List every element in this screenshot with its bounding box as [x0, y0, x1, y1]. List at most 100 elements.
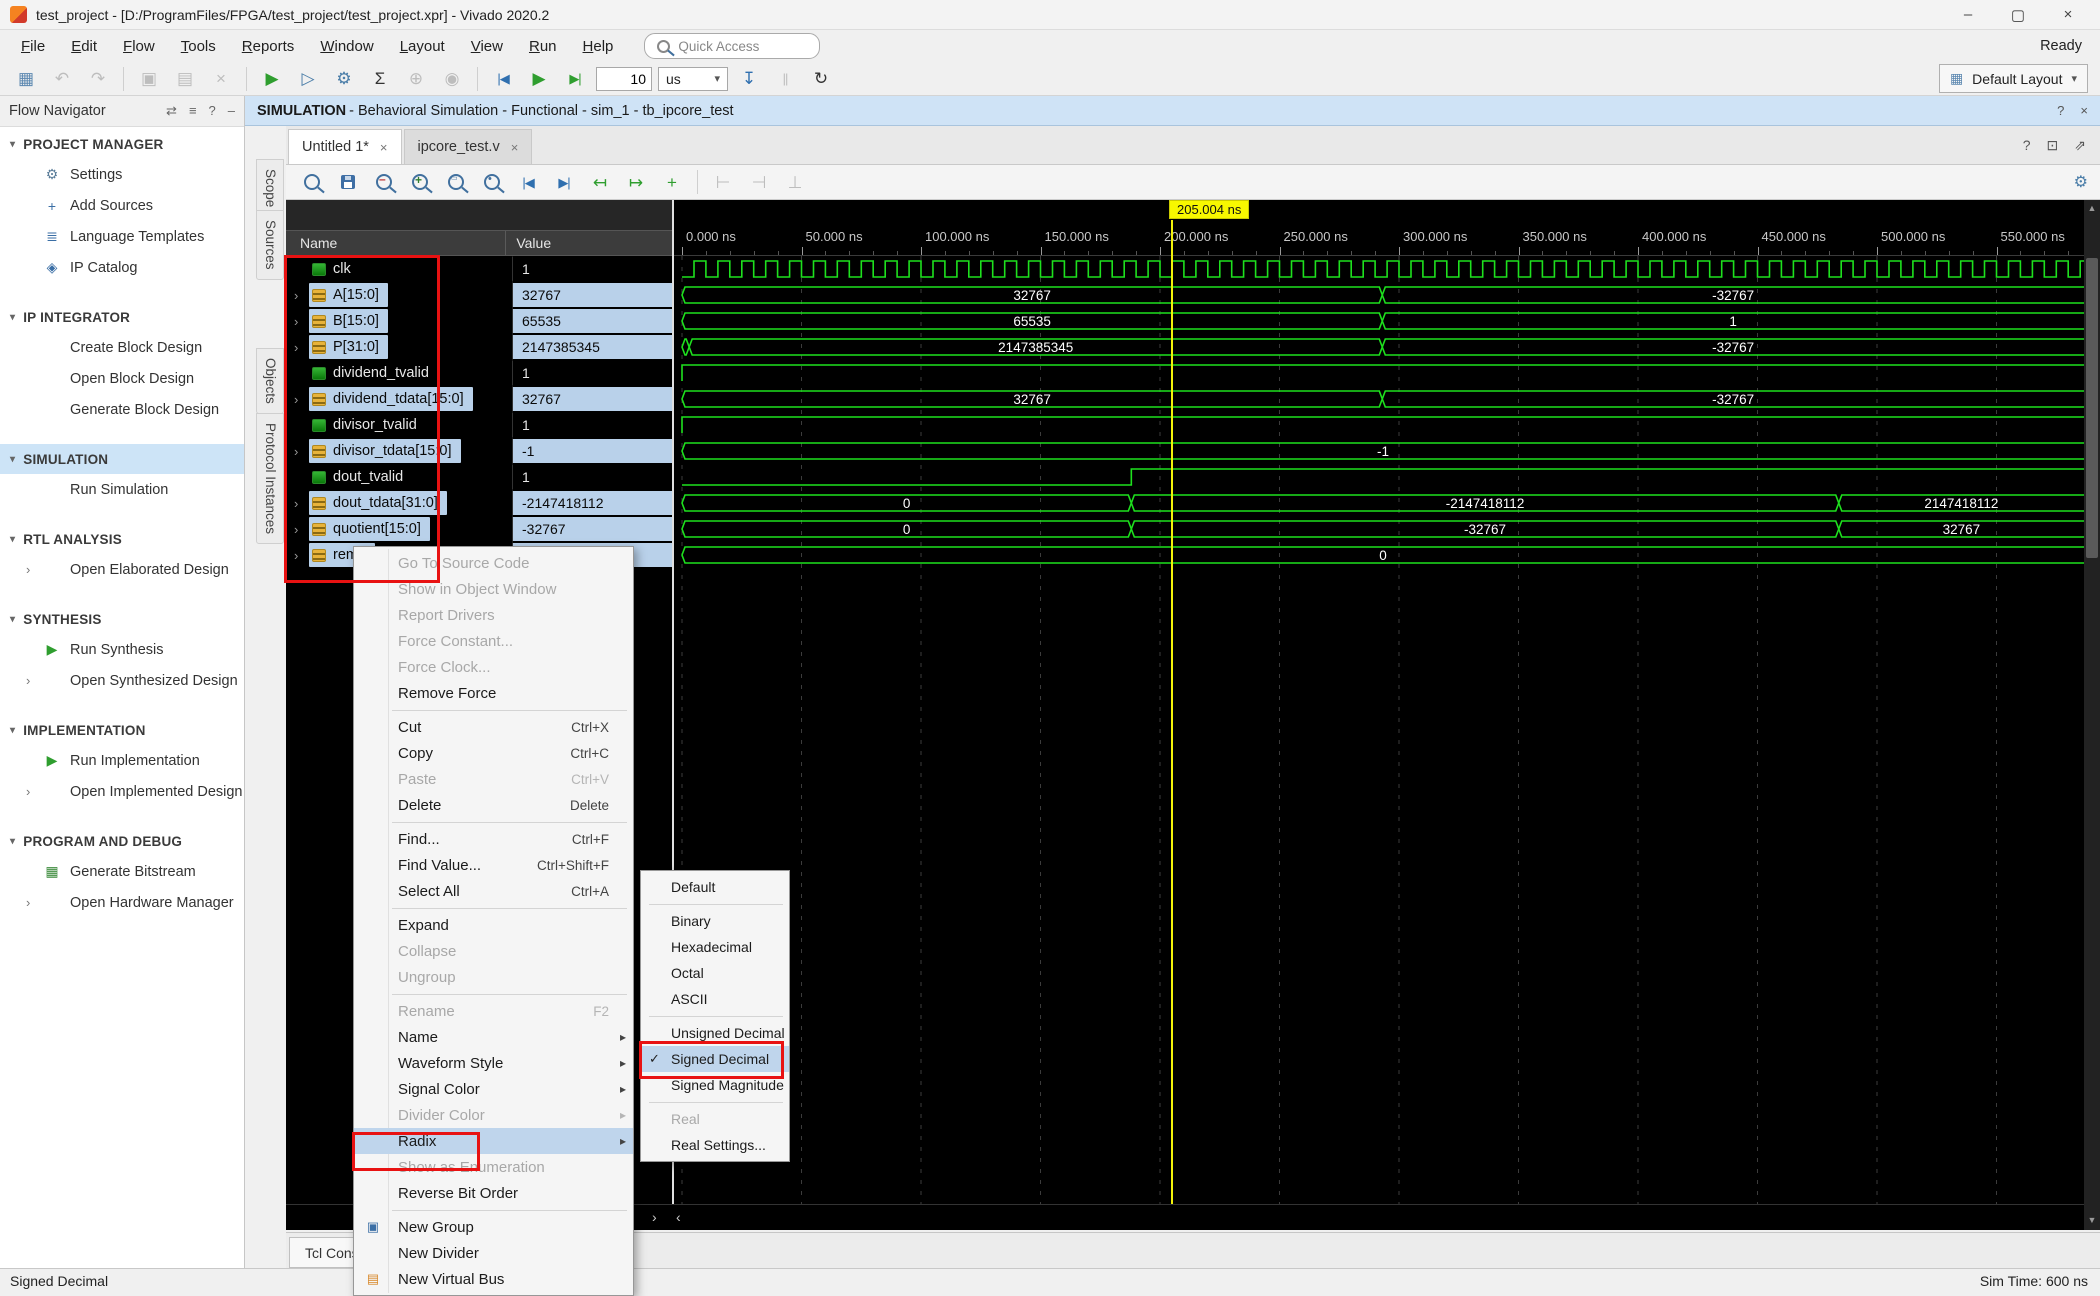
flow-item-add-sources[interactable]: +Add Sources: [0, 190, 244, 221]
menu-item-remove-force[interactable]: Remove Force: [354, 680, 633, 706]
add-marker-icon[interactable]: +: [657, 168, 687, 196]
menu-item-select-all[interactable]: Select AllCtrl+A: [354, 878, 633, 904]
close-button[interactable]: ×: [2058, 6, 2078, 24]
menu-tools[interactable]: Tools: [168, 34, 229, 59]
menu-item-find[interactable]: Find...Ctrl+F: [354, 826, 633, 852]
redo-icon[interactable]: ↷: [83, 65, 113, 93]
zoom-in-icon[interactable]: [405, 168, 435, 196]
menu-item-radix[interactable]: Radix▸: [354, 1128, 633, 1154]
expand-arrow-icon[interactable]: ›: [294, 340, 309, 355]
menu-item-cut[interactable]: CutCtrl+X: [354, 714, 633, 740]
menu-item-new-divider[interactable]: New Divider: [354, 1240, 633, 1266]
zoom-to-cursor-icon[interactable]: [477, 168, 507, 196]
menu-item-name[interactable]: Name▸: [354, 1024, 633, 1050]
expand-left-icon[interactable]: ‹: [676, 1209, 681, 1225]
menu-icon[interactable]: ≡: [189, 103, 197, 119]
close-tab-icon[interactable]: ×: [511, 140, 519, 155]
flow-item-run-simulation[interactable]: Run Simulation: [0, 474, 244, 505]
radix-option-octal[interactable]: Octal: [641, 960, 789, 986]
paste-icon[interactable]: ▤: [170, 65, 200, 93]
marker-previous-icon[interactable]: ⊣: [744, 168, 774, 196]
step-simulation-icon[interactable]: ↧: [734, 65, 764, 93]
flow-item-open-hardware-manager[interactable]: ›Open Hardware Manager: [0, 887, 244, 918]
run-icon[interactable]: ▶: [257, 65, 287, 93]
radix-option-real-settings[interactable]: Real Settings...: [641, 1132, 789, 1158]
maximize-button[interactable]: ▢: [2008, 6, 2028, 24]
menu-item-delete[interactable]: DeleteDelete: [354, 792, 633, 818]
expand-right-icon[interactable]: ›: [652, 1209, 657, 1225]
menu-file[interactable]: File: [8, 34, 58, 59]
expand-chevron-icon[interactable]: ›: [26, 895, 30, 910]
flow-section-header-rtl-analysis[interactable]: ▾RTL ANALYSIS: [0, 524, 244, 554]
simulation-time-input[interactable]: [596, 67, 652, 91]
side-tab-protocol-instances[interactable]: Protocol Instances: [256, 413, 284, 544]
name-column-header[interactable]: Name: [286, 231, 506, 255]
step-over-icon[interactable]: ▷: [293, 65, 323, 93]
menu-item-new-group[interactable]: ▣New Group: [354, 1214, 633, 1240]
signal-row-b-15-0[interactable]: ›B[15:0]65535: [286, 308, 674, 334]
menu-item-reverse-bit-order[interactable]: Reverse Bit Order: [354, 1180, 633, 1206]
layout-selector[interactable]: ▦ Default Layout ▾: [1939, 64, 2088, 93]
expand-chevron-icon[interactable]: ›: [26, 784, 30, 799]
flow-item-create-block-design[interactable]: Create Block Design: [0, 332, 244, 363]
expand-chevron-icon[interactable]: ›: [26, 673, 30, 688]
menu-layout[interactable]: Layout: [387, 34, 458, 59]
quick-access-search[interactable]: Quick Access: [644, 33, 820, 59]
help-icon[interactable]: ?: [2023, 137, 2031, 154]
scroll-down-icon[interactable]: ▼: [2084, 1215, 2100, 1225]
side-tab-sources[interactable]: Sources: [256, 210, 284, 280]
go-to-time-end-icon[interactable]: ▶|: [549, 168, 579, 196]
side-tab-scope[interactable]: Scope: [256, 159, 284, 217]
expand-arrow-icon[interactable]: ›: [294, 496, 309, 511]
flow-section-header-program-and-debug[interactable]: ▾PROGRAM AND DEBUG: [0, 826, 244, 856]
radix-option-hexadecimal[interactable]: Hexadecimal: [641, 934, 789, 960]
signal-row-dout-tdata-31-0[interactable]: ›dout_tdata[31:0]-2147418112: [286, 490, 674, 516]
signal-row-quotient-15-0[interactable]: ›quotient[15:0]-32767: [286, 516, 674, 542]
flow-item-language-templates[interactable]: ≣Language Templates: [0, 221, 244, 252]
signal-row-a-15-0[interactable]: ›A[15:0]32767: [286, 282, 674, 308]
menu-flow[interactable]: Flow: [110, 34, 168, 59]
signal-row-divisor-tvalid[interactable]: divisor_tvalid1: [286, 412, 674, 438]
layout-window-icon[interactable]: ▦: [11, 65, 41, 93]
scrollbar-thumb[interactable]: [2086, 258, 2098, 558]
radix-option-ascii[interactable]: ASCII: [641, 986, 789, 1012]
signal-row-clk[interactable]: clk1: [286, 256, 674, 282]
vertical-scrollbar[interactable]: ▲ ▼: [2084, 200, 2100, 1230]
signal-row-divisor-tdata-15-0[interactable]: ›divisor_tdata[15:0]-1: [286, 438, 674, 464]
flow-item-generate-bitstream[interactable]: ▦Generate Bitstream: [0, 856, 244, 887]
flow-section-header-ip-integrator[interactable]: ▾IP INTEGRATOR: [0, 302, 244, 332]
flow-section-header-simulation[interactable]: ▾SIMULATION: [0, 444, 244, 474]
flow-item-open-implemented-design[interactable]: ›Open Implemented Design: [0, 776, 244, 807]
menu-item-new-virtual-bus[interactable]: ▤New Virtual Bus: [354, 1266, 633, 1292]
delete-icon[interactable]: ×: [206, 65, 236, 93]
expand-arrow-icon[interactable]: ›: [294, 314, 309, 329]
restart-simulation-icon[interactable]: |◀: [488, 65, 518, 93]
scroll-up-icon[interactable]: ▲: [2084, 203, 2100, 213]
menu-window[interactable]: Window: [307, 34, 386, 59]
help-icon[interactable]: ?: [2057, 103, 2064, 118]
run-for-time-icon[interactable]: ▶|: [560, 65, 590, 93]
minimize-button[interactable]: –: [1958, 6, 1978, 24]
save-waveform-icon[interactable]: [333, 168, 363, 196]
relaunch-icon[interactable]: ↻: [806, 65, 836, 93]
time-unit-select[interactable]: us▾: [658, 67, 728, 91]
expand-arrow-icon[interactable]: ›: [294, 392, 309, 407]
menu-edit[interactable]: Edit: [58, 34, 110, 59]
radix-option-binary[interactable]: Binary: [641, 908, 789, 934]
flow-section-header-project-manager[interactable]: ▾PROJECT MANAGER: [0, 129, 244, 159]
report-sum-icon[interactable]: Σ: [365, 65, 395, 93]
menu-view[interactable]: View: [458, 34, 516, 59]
flow-item-open-elaborated-design[interactable]: ›Open Elaborated Design: [0, 554, 244, 585]
menu-run[interactable]: Run: [516, 34, 570, 59]
timeline-ruler[interactable]: 0.000 ns50.000 ns100.000 ns150.000 ns200…: [674, 200, 2084, 256]
undo-icon[interactable]: ↶: [47, 65, 77, 93]
previous-transition-icon[interactable]: ↤: [585, 168, 615, 196]
next-transition-icon[interactable]: ↦: [621, 168, 651, 196]
copy-icon[interactable]: ▣: [134, 65, 164, 93]
close-tab-icon[interactable]: ×: [380, 140, 388, 155]
simulation-time-input[interactable]: [596, 65, 652, 93]
expand-arrow-icon[interactable]: ›: [294, 444, 309, 459]
flow-item-ip-catalog[interactable]: ◈IP Catalog: [0, 252, 244, 283]
find-icon[interactable]: [297, 168, 327, 196]
flow-item-settings[interactable]: ⚙Settings: [0, 159, 244, 190]
